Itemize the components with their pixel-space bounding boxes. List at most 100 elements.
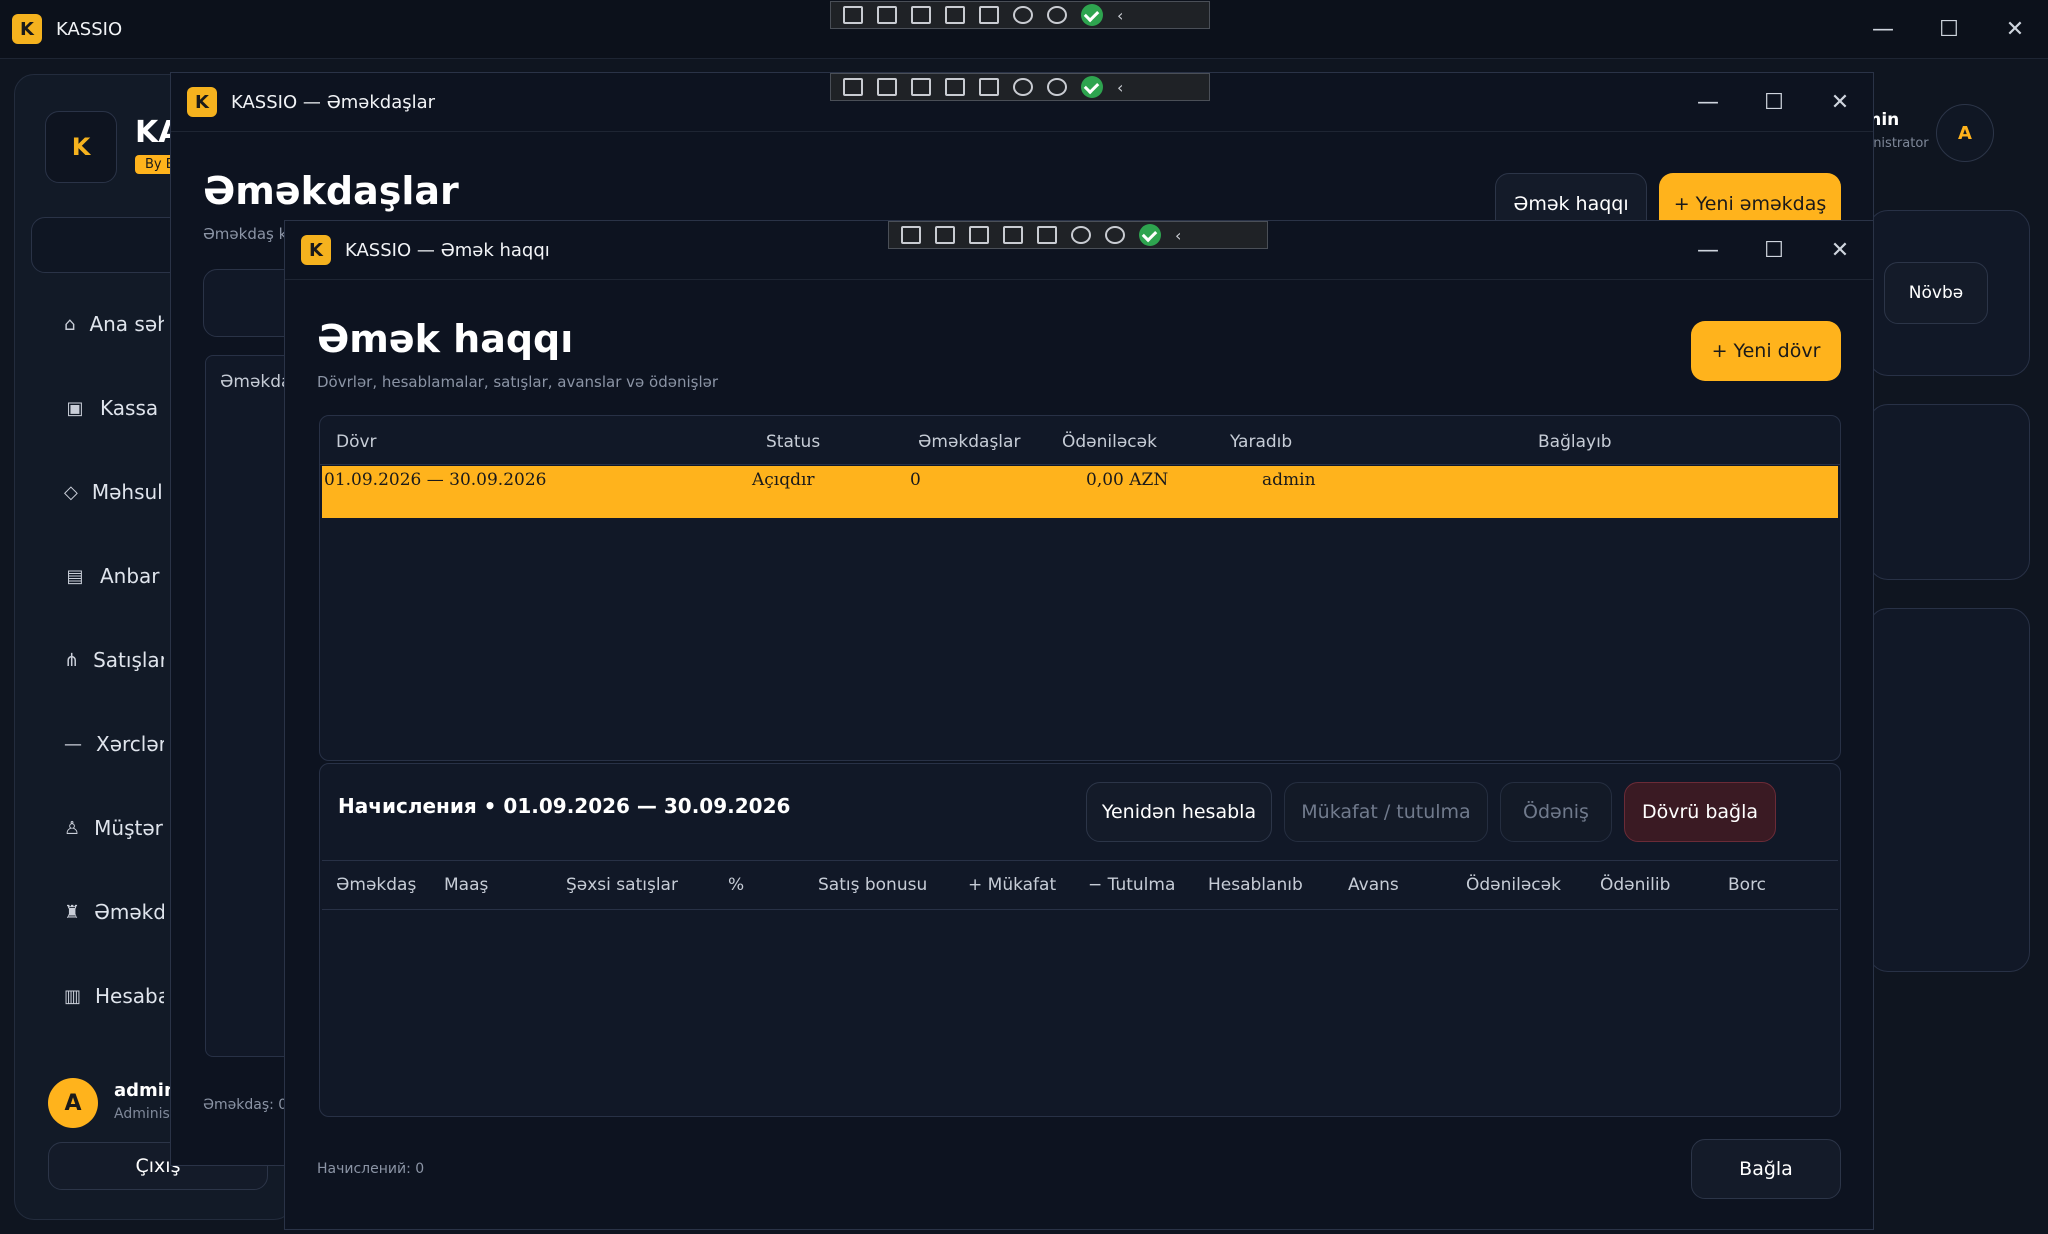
payment-button[interactable]: Ödəniş [1500, 782, 1612, 842]
col-to-pay[interactable]: Ödəniləcək [1466, 875, 1561, 895]
sidebar-item-label: Müştərilər [94, 816, 164, 840]
row-created-by: admin [1262, 470, 1316, 490]
sidebar-item-2[interactable]: ◇ Məhsullar [64, 480, 164, 504]
capture-icon[interactable] [901, 226, 921, 244]
check-icon[interactable] [1081, 4, 1103, 26]
region-icon[interactable] [979, 78, 999, 96]
top-avatar[interactable]: A [1936, 104, 1994, 162]
sidebar-item-0[interactable]: ⌂ Ana səhifə [64, 312, 164, 336]
col-percent[interactable]: % [728, 875, 744, 895]
col-employees[interactable]: Əməkdaşlar [918, 432, 1020, 452]
right-panel-3 [1868, 608, 2030, 972]
employees-toolbar: ‹ [830, 73, 1210, 101]
accessibility-icon[interactable] [1047, 78, 1067, 96]
frame-icon[interactable] [945, 6, 965, 24]
region-icon[interactable] [979, 6, 999, 24]
pointer-icon[interactable] [969, 226, 989, 244]
sidebar-item-label: Məhsullar [91, 480, 164, 504]
col-created-by[interactable]: Yaradıb [1230, 432, 1292, 452]
close-icon[interactable]: ✕ [1982, 17, 2048, 42]
employees-window-title: KASSIO — Əməkdaşlar [231, 91, 436, 113]
capture-icon[interactable] [843, 6, 863, 24]
recalculate-button[interactable]: Yenidən hesabla [1086, 782, 1272, 842]
minimize-icon[interactable]: — [1675, 238, 1741, 263]
accruals-header: Əməkdaş Maaş Şəxsi satışlar % Satış bonu… [322, 860, 1838, 910]
col-payable[interactable]: Ödəniləcək [1062, 432, 1157, 452]
sidebar-item-5[interactable]: — Xərclər [64, 732, 164, 756]
accruals-title: Начисления • 01.09.2026 — 30.09.2026 [338, 794, 791, 818]
payroll-window-controls: — ☐ ✕ [1675, 221, 1873, 279]
sidebar-item-label: Kassa [100, 396, 159, 420]
col-accrued[interactable]: Hesablanıb [1208, 875, 1303, 895]
col-deduction[interactable]: − Tutulma [1088, 875, 1175, 895]
payroll-heading: Əmək haqqı [317, 317, 574, 361]
col-personal-sales[interactable]: Şəxsi satışlar [566, 875, 678, 895]
payroll-window: K KASSIO — Əmək haqqı — ☐ ✕ Əmək haqqı D… [284, 220, 1874, 1230]
frame-icon[interactable] [945, 78, 965, 96]
new-period-button[interactable]: + Yeni dövr [1691, 321, 1841, 381]
check-icon[interactable] [1081, 76, 1103, 98]
close-button[interactable]: Bağla [1691, 1139, 1841, 1199]
settings-icon[interactable] [1071, 226, 1091, 244]
sidebar-item-6[interactable]: ♙ Müştərilər [64, 816, 164, 840]
pointer-icon[interactable] [911, 78, 931, 96]
col-paid[interactable]: Ödənilib [1600, 875, 1670, 895]
col-employee[interactable]: Əməkdaş [336, 875, 416, 895]
minimize-icon[interactable]: — [1850, 17, 1916, 42]
frame-icon[interactable] [1003, 226, 1023, 244]
payroll-subtitle: Dövrlər, hesablamalar, satışlar, avansla… [317, 373, 719, 391]
sidebar-item-7[interactable]: ♜ Əməkdaşlar [64, 900, 164, 924]
check-icon[interactable] [1139, 224, 1161, 246]
sidebar-item-1[interactable]: ▣ Kassa [64, 396, 164, 420]
col-status[interactable]: Status [766, 432, 820, 452]
video-icon[interactable] [877, 6, 897, 24]
chevron-left-icon[interactable]: ‹ [1117, 78, 1129, 97]
payroll-toolbar: ‹ [888, 221, 1268, 249]
capture-icon[interactable] [843, 78, 863, 96]
col-bonus[interactable]: + Mükafat [968, 875, 1056, 895]
accessibility-icon[interactable] [1105, 226, 1125, 244]
col-period[interactable]: Dövr [336, 432, 377, 452]
col-sales-bonus[interactable]: Satış bonusu [818, 875, 927, 895]
video-icon[interactable] [935, 226, 955, 244]
col-salary[interactable]: Maaş [444, 875, 488, 895]
bonus-deduction-button[interactable]: Mükafat / tutulma [1284, 782, 1488, 842]
warehouse-icon: ▤ [66, 565, 84, 587]
col-debt[interactable]: Borc [1728, 875, 1766, 895]
close-icon[interactable]: ✕ [1807, 90, 1873, 115]
table-row[interactable]: 01.09.2026 — 30.09.2026 Açıqdır 0 0,00 A… [322, 466, 1838, 518]
employees-heading: Əməkdaşlar [203, 169, 459, 213]
col-advance[interactable]: Avans [1348, 875, 1399, 895]
maximize-icon[interactable]: ☐ [1916, 17, 1982, 42]
diamond-icon: ◇ [64, 481, 78, 503]
row-employees: 0 [910, 470, 921, 490]
maximize-icon[interactable]: ☐ [1741, 90, 1807, 115]
sidebar-item-3[interactable]: ▤ Anbar [64, 564, 164, 588]
sidebar-item-8[interactable]: ▥ Hesabatlar [64, 984, 164, 1008]
accessibility-icon[interactable] [1047, 6, 1067, 24]
employees-footer: Əməkdaş: 0 [203, 1097, 288, 1113]
reports-icon: ▥ [64, 985, 82, 1007]
shift-button[interactable]: Növbə [1884, 262, 1988, 324]
minus-icon: — [64, 733, 82, 755]
col-closed-by[interactable]: Bağlayıb [1538, 432, 1612, 452]
chevron-left-icon[interactable]: ‹ [1175, 226, 1187, 245]
sidebar-item-label: Əməkdaşlar [94, 900, 164, 924]
main-toolbar: ‹ [830, 1, 1210, 29]
employees-window-controls: — ☐ ✕ [1675, 73, 1873, 131]
video-icon[interactable] [877, 78, 897, 96]
region-icon[interactable] [1037, 226, 1057, 244]
sidebar-item-label: Hesabatlar [95, 984, 164, 1008]
close-period-button[interactable]: Dövrü bağla [1624, 782, 1776, 842]
maximize-icon[interactable]: ☐ [1741, 238, 1807, 263]
settings-icon[interactable] [1013, 78, 1033, 96]
minimize-icon[interactable]: — [1675, 90, 1741, 115]
user-name: admin [114, 1080, 177, 1101]
close-icon[interactable]: ✕ [1807, 238, 1873, 263]
main-window-controls: — ☐ ✕ [1850, 0, 2048, 58]
chevron-left-icon[interactable]: ‹ [1117, 6, 1129, 25]
pointer-icon[interactable] [911, 6, 931, 24]
sidebar-item-4[interactable]: ⋔ Satışlar [64, 648, 164, 672]
settings-icon[interactable] [1013, 6, 1033, 24]
sidebar-item-label: Satışlar [93, 648, 164, 672]
